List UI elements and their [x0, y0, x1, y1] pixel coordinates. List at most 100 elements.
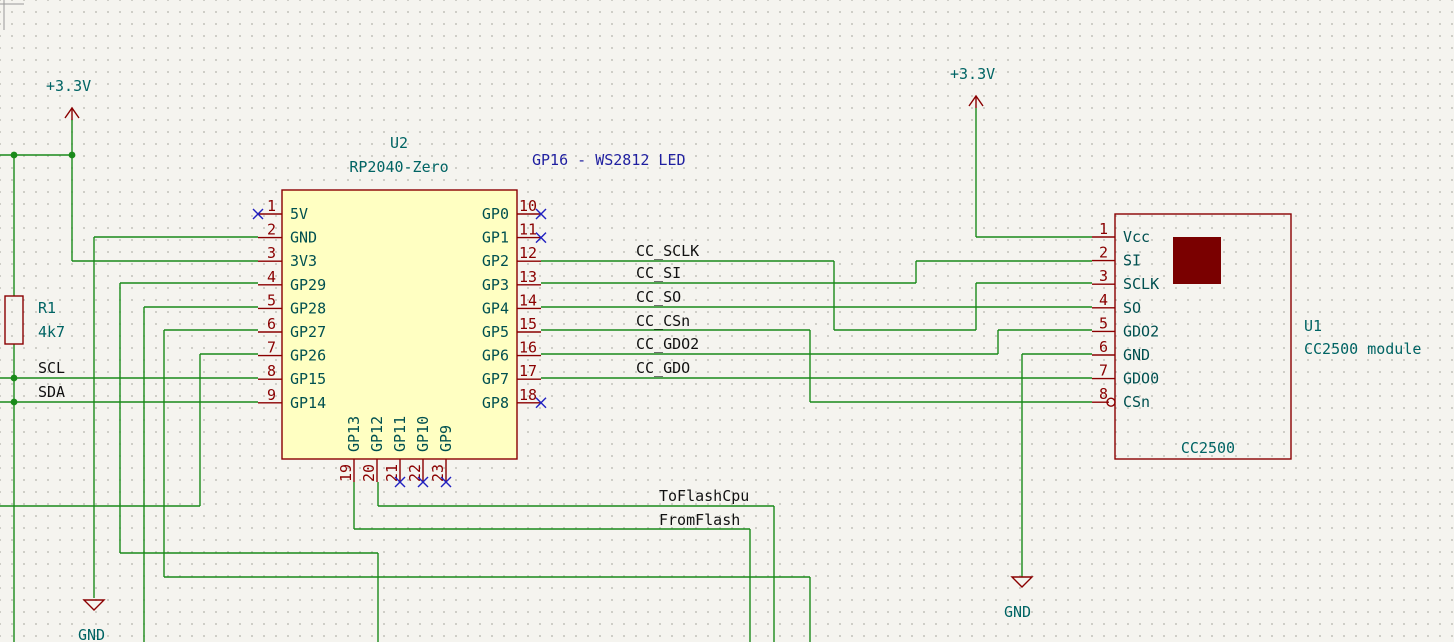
power-3v3-left[interactable]: +3.3V — [46, 77, 91, 120]
pin-name: GP28 — [290, 299, 326, 317]
pin-number: 16 — [519, 339, 537, 357]
r1-value: 4k7 — [38, 323, 65, 341]
pin-name: SCLK — [1123, 275, 1159, 293]
pin-number: 6 — [267, 315, 276, 333]
pin-name: GP10 — [414, 416, 432, 452]
pin-name: GDO0 — [1123, 370, 1159, 388]
pin-name: GP7 — [482, 370, 509, 388]
u1-pins: 1 Vcc 2 SI 3 SCLK 4 SO 5 GDO2 6 GND 7 GDO0 8 CSn — [1092, 220, 1159, 411]
net-label-sda: SDA — [38, 383, 65, 401]
pin-name: GP2 — [482, 252, 509, 270]
pin-number: 9 — [267, 386, 276, 404]
pin-name: GP12 — [368, 416, 386, 452]
pin-number: 3 — [267, 244, 276, 262]
net-label-cc-gdo0: CC_GDO — [636, 359, 690, 377]
u2-left-pins: 1 5V 2 GND 3 3V3 4 GP29 5 GP28 6 GP27 7 GP26 8 GP15 9 GP1… — [252, 197, 326, 412]
pin-name: GP15 — [290, 370, 326, 388]
pin-name: GP14 — [290, 394, 326, 412]
component-u1[interactable]: CC2500 U1 CC2500 module 1 Vcc2 SI3 SCLK4 SO5… — [1092, 213, 1421, 460]
pin-name: GDO2 — [1123, 322, 1159, 340]
net-label-cc-csn: CC_CSn — [636, 312, 690, 330]
pin-number: 10 — [519, 197, 537, 215]
junction-dot — [10, 151, 18, 159]
pin-name: GP3 — [482, 276, 509, 294]
pin-number: 21 — [383, 464, 401, 482]
pin-name: SI — [1123, 252, 1141, 270]
gnd-symbol-right[interactable]: GND — [1004, 576, 1034, 621]
pin-number: 8 — [1099, 385, 1108, 403]
pin-number: 5 — [267, 291, 276, 309]
pin-name: GP6 — [482, 347, 509, 365]
pin-number: 4 — [267, 268, 276, 286]
pin-name: 5V — [290, 205, 308, 223]
net-label-cc-sclk: CC_SCLK — [636, 242, 699, 260]
gnd-left-label: GND — [78, 626, 105, 642]
power-3v3-right-label: +3.3V — [950, 65, 995, 83]
pin: 6 GND — [1092, 338, 1150, 364]
gnd-right-label: GND — [1004, 603, 1031, 621]
resistor-r1[interactable]: R1 4k7 — [4, 295, 65, 345]
pin-name: GP8 — [482, 394, 509, 412]
pin-name: GP4 — [482, 299, 509, 317]
wires — [0, 108, 1092, 642]
pin-name: GND — [1123, 346, 1150, 364]
component-u2[interactable]: U2 RP2040-Zero 1 5V2 GND3 3V34 GP295 GP286 GP2… — [252, 134, 547, 488]
pin: 5 GDO2 — [1092, 314, 1159, 340]
u1-body-label: CC2500 — [1181, 439, 1235, 457]
u1-value: CC2500 module — [1304, 340, 1421, 358]
sheet-corner-marks — [0, 0, 24, 30]
net-label-cc-si: CC_SI — [636, 264, 681, 282]
power-3v3-right[interactable]: +3.3V — [950, 65, 995, 108]
pin-number: 19 — [337, 464, 355, 482]
pin-number: 3 — [1099, 267, 1108, 285]
u1-ref: U1 — [1304, 317, 1322, 335]
pin-name: GP11 — [391, 416, 409, 452]
pin-number: 12 — [519, 244, 537, 262]
pin-name: GP29 — [290, 276, 326, 294]
pin-name: GP13 — [345, 416, 363, 452]
pin-name: Vcc — [1123, 228, 1150, 246]
pin-number: 2 — [267, 221, 276, 239]
r1-ref: R1 — [38, 299, 56, 317]
pin-number: 5 — [1099, 314, 1108, 332]
pin-name: GP1 — [482, 229, 509, 247]
junction-dot — [10, 374, 18, 382]
schematic-canvas: R1 4k7 +3.3V +3.3V GND GND U2 RP2040-Zer… — [0, 0, 1421, 642]
pin-number: 23 — [429, 464, 447, 482]
u1-chip-graphic — [1173, 237, 1221, 284]
pin-number: 17 — [519, 362, 537, 380]
pin-number: 1 — [267, 197, 276, 215]
pin-number: 20 — [360, 464, 378, 482]
pin-name: GP0 — [482, 205, 509, 223]
pin-number: 6 — [1099, 338, 1108, 356]
pin-number: 18 — [519, 386, 537, 404]
pin: 1 Vcc — [1092, 220, 1150, 246]
pin-name: GP26 — [290, 347, 326, 365]
pin-name: SO — [1123, 299, 1141, 317]
net-label-to-flash-cpu: ToFlashCpu — [659, 487, 749, 505]
pin-name: 3V3 — [290, 252, 317, 270]
pin-name: GP9 — [437, 425, 455, 452]
pin-number: 1 — [1099, 220, 1108, 238]
net-label-cc-gdo2: CC_GDO2 — [636, 335, 699, 353]
pin-number: 2 — [1099, 244, 1108, 262]
gnd-symbol-left[interactable]: GND — [78, 599, 106, 642]
junction-dot — [68, 151, 76, 159]
u2-value: RP2040-Zero — [349, 158, 448, 176]
pin-number: 14 — [519, 291, 537, 309]
pin: 2 SI — [1092, 244, 1141, 270]
u2-bottom-pins: GP13 19 GP12 20 GP11 21 GP10 22 GP9 23 — [337, 416, 455, 488]
pin-number: 4 — [1099, 291, 1108, 309]
pin: 7 GDO0 — [1092, 362, 1159, 388]
junction-dot — [10, 398, 18, 406]
power-3v3-left-label: +3.3V — [46, 77, 91, 95]
pin-number: 8 — [267, 362, 276, 380]
pin-name: CSn — [1123, 393, 1150, 411]
pin-number: 15 — [519, 315, 537, 333]
net-label-from-flash: FromFlash — [659, 511, 740, 529]
pin-name: GND — [290, 229, 317, 247]
pin: 8 CSn — [1092, 385, 1150, 411]
pin: 3 SCLK — [1092, 267, 1159, 293]
pin-number: 7 — [1099, 362, 1108, 380]
u2-ref: U2 — [390, 134, 408, 152]
